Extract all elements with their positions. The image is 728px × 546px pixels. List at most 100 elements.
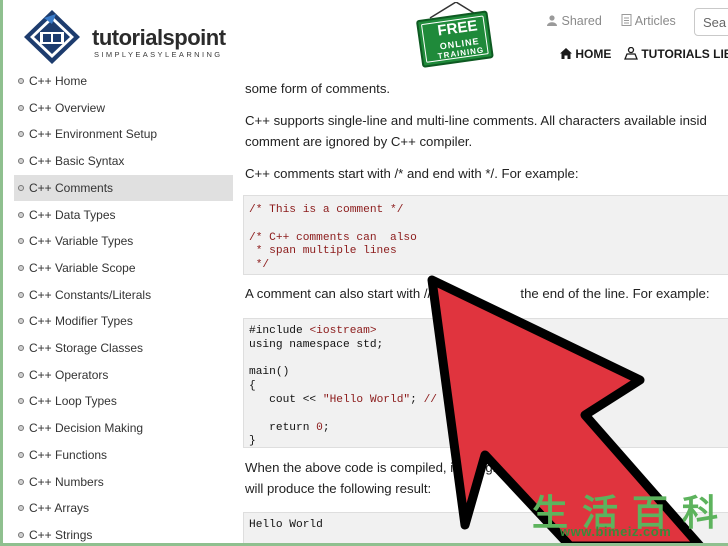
paragraph-comment-syntax: C++ comments start with /* and end with … bbox=[245, 166, 579, 181]
code-token: ; bbox=[410, 393, 424, 406]
bullet-icon bbox=[18, 505, 24, 512]
sidebar-item-label: C++ Basic Syntax bbox=[29, 154, 125, 169]
sidebar-item-label: C++ Comments bbox=[29, 180, 114, 195]
sidebar-item-label: C++ Constants/Literals bbox=[29, 287, 152, 302]
paragraph-compile-note-line1: When the above code is compiled, it will… bbox=[245, 457, 725, 478]
code-token: "Hello World" bbox=[322, 393, 411, 406]
sidebar-item[interactable]: C++ Environment Setup bbox=[14, 121, 233, 147]
sidebar-item[interactable]: C++ Decision Making bbox=[14, 415, 233, 441]
code-token: ; bbox=[322, 421, 330, 434]
bullet-icon bbox=[18, 211, 24, 218]
sidebar-item[interactable]: C++ Basic Syntax bbox=[14, 148, 233, 174]
output-text: Hello World bbox=[249, 519, 323, 531]
tutorialspoint-logo[interactable]: tutorialspoint SIMPLYEASYLEARNING bbox=[22, 8, 237, 66]
paragraph-single-line-text-b: the end of the line. For example: bbox=[520, 286, 710, 301]
code-line: */ bbox=[249, 259, 270, 272]
user-icon bbox=[547, 15, 557, 26]
sidebar-item[interactable]: C++ Strings bbox=[14, 522, 233, 546]
sidebar-item-label: C++ Strings bbox=[29, 527, 93, 542]
bullet-icon bbox=[18, 291, 24, 298]
code-line: main() bbox=[249, 366, 728, 380]
code-block-comments: /* This is a comment */ /* C++ comments c… bbox=[243, 195, 728, 275]
logo-wordmark: tutorialspoint bbox=[92, 25, 226, 50]
sidebar-item-label: C++ Data Types bbox=[29, 207, 116, 222]
watermark-url: www.bimeiz.com bbox=[560, 524, 672, 539]
code-token: using namespace std; bbox=[249, 338, 384, 351]
shared-link[interactable]: Shared bbox=[546, 14, 602, 28]
sidebar-item[interactable]: C++ Variable Scope bbox=[14, 255, 233, 281]
bullet-icon bbox=[18, 78, 24, 84]
code-token: 0 bbox=[316, 421, 323, 434]
paragraph-comment-support-line1: C++ supports single-line and multi-line … bbox=[245, 113, 707, 128]
watermark-char: 科 bbox=[682, 493, 719, 534]
bullet-icon bbox=[18, 264, 24, 271]
paragraph-comment-support-line2: comment are ignored by C++ compiler. bbox=[245, 134, 473, 149]
code-token: #include bbox=[249, 325, 310, 337]
sidebar-item[interactable]: C++ Functions bbox=[14, 442, 233, 468]
code-line: /* This is a comment */ bbox=[249, 204, 404, 216]
browser-viewport: tutorialspoint SIMPLYEASYLEARNING FREE O… bbox=[0, 0, 728, 546]
sidebar-item-label: C++ Variable Types bbox=[29, 234, 134, 249]
bullet-icon bbox=[18, 318, 24, 325]
bullet-icon bbox=[18, 531, 24, 538]
sidebar-item[interactable]: C++ Storage Classes bbox=[14, 335, 233, 361]
bullet-icon bbox=[18, 425, 24, 432]
code-block-hello-world: #include <iostream> using namespace std; m… bbox=[243, 318, 728, 448]
sidebar-item-label: C++ Numbers bbox=[29, 474, 104, 489]
logo-tagline: SIMPLYEASYLEARNING bbox=[94, 50, 223, 59]
nav-tutorials-library-link[interactable]: TUTORIALS LIBR bbox=[624, 46, 728, 61]
sidebar-item[interactable]: C++ Comments bbox=[14, 174, 233, 201]
sidebar-item-label: C++ Operators bbox=[29, 367, 109, 382]
code-token: return bbox=[249, 421, 317, 434]
library-icon bbox=[624, 46, 638, 60]
sidebar-item[interactable]: C++ Variable Types bbox=[14, 228, 233, 254]
document-icon bbox=[621, 14, 632, 26]
sidebar-item-label: C++ Home bbox=[29, 74, 88, 88]
sidebar-item[interactable]: C++ Constants/Literals bbox=[14, 282, 233, 308]
nav-home-link[interactable]: HOME bbox=[560, 47, 611, 61]
paragraph-single-line-text-a: A comment can also start with //, ex bbox=[245, 286, 453, 301]
sidebar-item-label: C++ Decision Making bbox=[29, 421, 144, 436]
nav-library-label: TUTORIALS LIBR bbox=[641, 47, 728, 61]
code-token: { bbox=[249, 380, 256, 393]
paragraph-compile-text-a: When the above code is compiled, it will… bbox=[245, 460, 531, 475]
sidebar-item[interactable]: C++ Arrays bbox=[14, 495, 233, 521]
code-line: /* C++ comments can also bbox=[249, 231, 417, 244]
code-line: cout << "Hello World"; // prints Hel bbox=[249, 394, 728, 408]
paragraph-intro-end: some form of comments. bbox=[245, 81, 391, 96]
bullet-icon bbox=[18, 184, 24, 191]
sidebar-item[interactable]: C++ Data Types bbox=[14, 202, 233, 228]
code-line: { bbox=[249, 380, 728, 394]
sidebar-item-label: C++ Environment Setup bbox=[29, 127, 158, 142]
sidebar-item-label: C++ Arrays bbox=[29, 501, 90, 516]
sidebar-item[interactable]: C++ Modifier Types bbox=[14, 308, 233, 334]
sidebar-item[interactable]: C++ Numbers bbox=[14, 469, 233, 495]
bullet-icon bbox=[18, 158, 24, 165]
code-line: } bbox=[249, 435, 728, 448]
bullet-icon bbox=[18, 131, 24, 138]
sidebar-item[interactable]: C++ Loop Types bbox=[14, 388, 233, 414]
bullet-icon bbox=[18, 398, 24, 405]
site-header: tutorialspoint SIMPLYEASYLEARNING FREE O… bbox=[0, 0, 728, 72]
sidebar-item[interactable]: C++ Operators bbox=[14, 362, 233, 388]
articles-link-label: Articles bbox=[634, 14, 676, 28]
code-line: return 0; bbox=[249, 422, 728, 436]
tutorial-sidebar: C++ Home C++ Overview C++ Environment Setu… bbox=[0, 72, 239, 546]
bullet-icon bbox=[18, 104, 24, 111]
sidebar-item-label: C++ Overview bbox=[29, 100, 106, 115]
articles-link[interactable]: Articles bbox=[621, 14, 676, 28]
search-input[interactable]: Sea bbox=[694, 8, 728, 36]
sidebar-item-label: C++ Modifier Types bbox=[29, 314, 133, 329]
code-token: main() bbox=[249, 366, 290, 379]
article-content: some form of comments. C++ supports sing… bbox=[238, 72, 728, 546]
bullet-icon bbox=[18, 451, 24, 458]
code-token: } bbox=[249, 435, 256, 448]
bullet-icon bbox=[18, 371, 24, 378]
logo-emblem-icon bbox=[24, 10, 80, 64]
sidebar-item[interactable]: C++ Overview bbox=[14, 95, 233, 121]
bullet-icon bbox=[18, 345, 24, 351]
nav-home-label: HOME bbox=[575, 47, 612, 61]
